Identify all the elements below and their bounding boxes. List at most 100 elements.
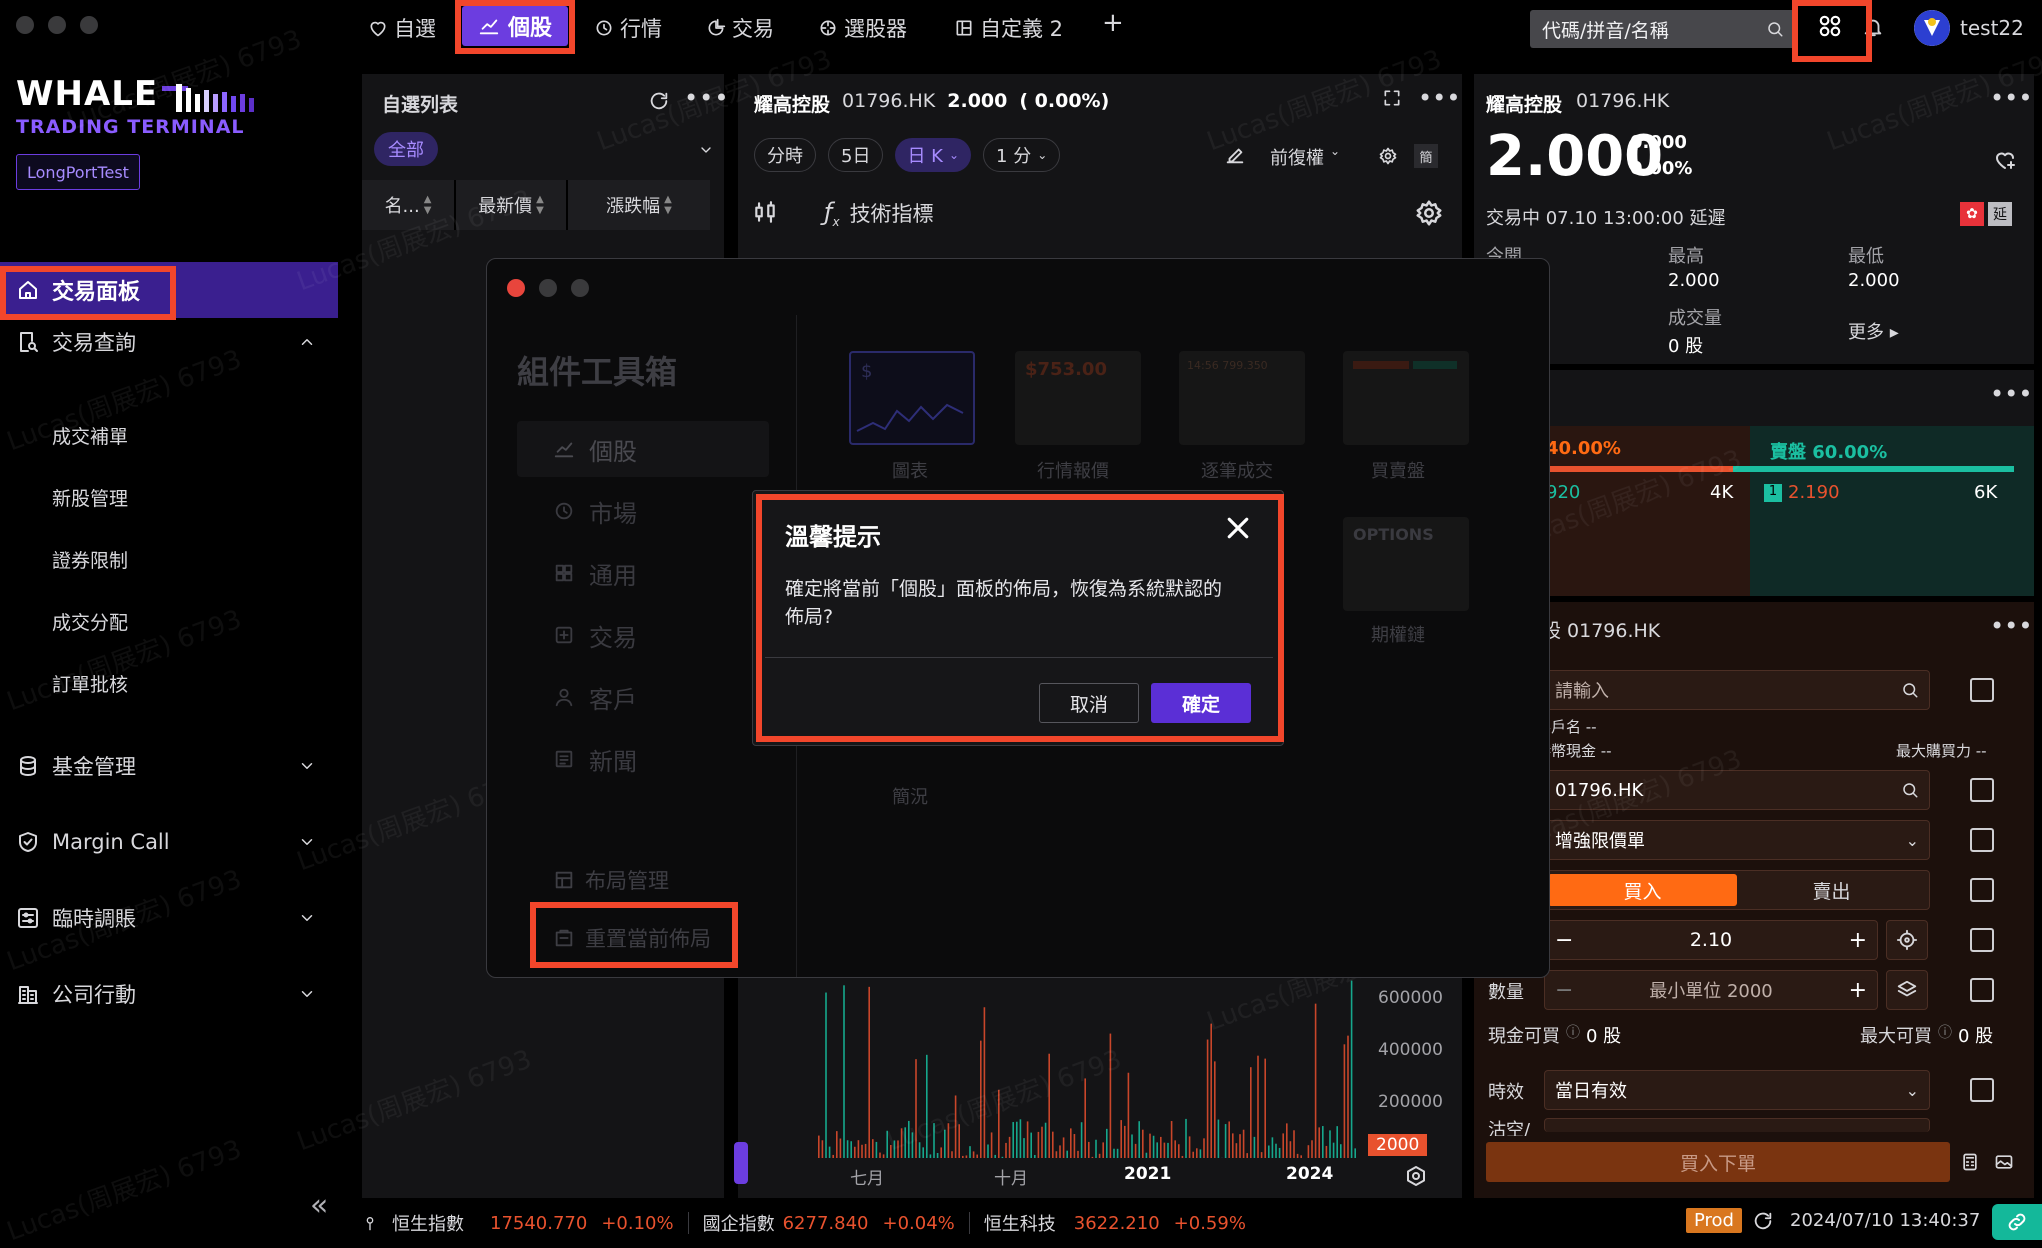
panel-drag-handle[interactable] [734, 1142, 748, 1184]
submit-buy-button[interactable]: 買入下單 [1486, 1142, 1950, 1182]
toolbox-close-dot[interactable] [507, 279, 525, 297]
component-toolbox-button[interactable] [1814, 8, 1846, 44]
filter-chip-all[interactable]: 全部 [374, 132, 438, 166]
username[interactable]: test22 [1960, 16, 2024, 40]
column-change[interactable]: 漲跌幅▲▼ [568, 180, 710, 230]
sell-side-button[interactable]: 賣出 [1737, 874, 1926, 906]
lock-checkbox[interactable] [1970, 878, 1994, 902]
toolbox-max-dot[interactable] [571, 279, 589, 297]
more-stats-link[interactable]: 更多 ▸ [1848, 318, 1899, 344]
stock-code-input[interactable]: 01796.HK [1544, 770, 1930, 810]
pin-icon[interactable] [362, 1213, 378, 1233]
period-tab[interactable]: 分時 [754, 138, 816, 172]
nav-tab-custom[interactable]: 自定義 2 [954, 10, 1063, 46]
widget-card-options[interactable]: OPTIONS [1343, 517, 1469, 611]
widget-card-chart[interactable]: $ [849, 351, 975, 445]
refresh-icon[interactable] [648, 90, 670, 112]
account-input[interactable]: 請輸入 [1544, 670, 1930, 710]
lock-checkbox[interactable] [1970, 678, 1994, 702]
pencil-icon[interactable] [1224, 144, 1246, 166]
connection-button[interactable] [1992, 1204, 2042, 1240]
short-sell-select[interactable] [1544, 1118, 1930, 1132]
favorite-add-icon[interactable] [1992, 148, 2018, 172]
fullscreen-icon[interactable] [1382, 88, 1402, 108]
more-icon[interactable]: ••• [684, 84, 729, 112]
plus-icon[interactable]: + [1849, 928, 1867, 953]
order-type-select[interactable]: 增強限價單 ⌄ [1544, 820, 1930, 860]
sidebar-item-fund-management[interactable]: 基金管理 [0, 738, 338, 794]
lock-checkbox[interactable] [1970, 828, 1994, 852]
validity-select[interactable]: 當日有效 ⌄ [1544, 1070, 1930, 1110]
widget-card-depth[interactable] [1343, 351, 1469, 445]
user-avatar[interactable] [1914, 10, 1950, 46]
period-tab-active[interactable]: 日 K⌄ [895, 138, 971, 172]
nav-tab-market[interactable]: 行情 [594, 10, 662, 46]
dialog-confirm-button[interactable]: 確定 [1151, 683, 1251, 723]
lock-checkbox[interactable] [1970, 778, 1994, 802]
widget-card-ticks[interactable]: 14:56 799.350 [1179, 351, 1305, 445]
more-icon[interactable]: ••• [1990, 380, 2032, 408]
column-last-price[interactable]: 最新價▲▼ [456, 180, 568, 230]
window-close-dot[interactable] [16, 16, 34, 34]
qty-stepper[interactable]: − 最小單位 2000 + [1544, 970, 1878, 1010]
lock-checkbox[interactable] [1970, 1078, 1994, 1102]
more-icon[interactable]: ••• [1990, 84, 2032, 112]
lot-button[interactable] [1886, 970, 1928, 1010]
lock-checkbox[interactable] [1970, 928, 1994, 952]
sidebar-subitem[interactable]: 成交分配 [52, 608, 128, 635]
locate-price-button[interactable] [1886, 920, 1928, 960]
sidebar-item-trade-query[interactable]: 交易查詢 [0, 314, 338, 370]
nav-tab-screener[interactable]: 選股器 [818, 10, 907, 46]
column-name[interactable]: 名...▲▼ [362, 180, 456, 230]
image-icon[interactable] [1994, 1152, 2014, 1172]
chevron-down-icon[interactable] [698, 142, 714, 158]
period-tab[interactable]: 1 分⌄ [983, 138, 1060, 172]
sidebar-subitem[interactable]: 成交補單 [52, 422, 128, 449]
buy-side-button[interactable]: 買入 [1548, 874, 1737, 906]
plus-icon[interactable]: + [1849, 978, 1867, 1003]
widget-card-quote[interactable]: $753.00 [1015, 351, 1141, 445]
sidebar-subitem[interactable]: 證券限制 [52, 546, 128, 573]
price-stepper[interactable]: − 2.10 + [1544, 920, 1878, 960]
window-min-dot[interactable] [48, 16, 66, 34]
search-box[interactable]: 代碼/拼音/名稱 [1530, 10, 1796, 48]
adjust-dropdown[interactable]: 前復權⌄ [1270, 144, 1340, 170]
notification-button[interactable] [1862, 14, 1884, 40]
collapse-sidebar-button[interactable]: « [310, 1188, 328, 1223]
dialog-cancel-button[interactable]: 取消 [1039, 683, 1139, 723]
gear-icon[interactable] [1414, 198, 1444, 228]
toolbox-menu-market[interactable]: 市場 [517, 483, 637, 539]
sidebar-item-margin-call[interactable]: Margin Call [0, 814, 338, 870]
sidebar-item-corporate-action[interactable]: 公司行動 [0, 966, 338, 1022]
candlestick-icon[interactable] [752, 198, 778, 226]
sidebar-item-trading-panel[interactable]: 交易面板 [0, 262, 338, 318]
toolbox-menu-client[interactable]: 客戶 [517, 669, 637, 725]
nav-tab-stock[interactable]: 個股 [462, 6, 568, 46]
settings-icon[interactable] [1378, 146, 1398, 166]
more-icon[interactable]: ••• [1990, 612, 2032, 640]
nav-tab-watchlist[interactable]: 自選 [368, 10, 436, 46]
toolbox-menu-general[interactable]: 通用 [517, 545, 637, 601]
minus-icon[interactable]: − [1555, 928, 1573, 953]
layout-manage-item[interactable]: 布局管理 [553, 865, 669, 895]
minus-icon[interactable]: − [1555, 978, 1573, 1003]
toolbox-menu-news[interactable]: 新聞 [517, 731, 637, 787]
more-icon[interactable]: ••• [1418, 84, 1460, 112]
toolbox-min-dot[interactable] [539, 279, 557, 297]
refresh-icon[interactable] [1752, 1210, 1774, 1232]
sidebar-subitem[interactable]: 訂單批核 [52, 670, 128, 697]
indicators-button[interactable]: ƒx 技術指標 [824, 198, 934, 229]
lock-checkbox[interactable] [1970, 978, 1994, 1002]
dialog-close-button[interactable] [1223, 513, 1253, 543]
sidebar-item-temp-adjust[interactable]: 臨時調賬 [0, 890, 338, 946]
simplified-toggle[interactable]: 簡 [1414, 144, 1438, 168]
chart-settings-icon[interactable] [1404, 1164, 1428, 1188]
toolbox-menu-stock[interactable]: 個股 [517, 421, 769, 477]
reset-layout-item[interactable]: 重置當前佈局 [553, 923, 711, 953]
search-input[interactable]: 代碼/拼音/名稱 [1542, 16, 1669, 43]
add-tab-button[interactable]: + [1102, 8, 1124, 38]
toolbox-menu-trade[interactable]: 交易 [517, 607, 637, 663]
nav-tab-trade[interactable]: 交易 [706, 10, 774, 46]
window-max-dot[interactable] [80, 16, 98, 34]
period-tab[interactable]: 5日 [828, 138, 883, 172]
